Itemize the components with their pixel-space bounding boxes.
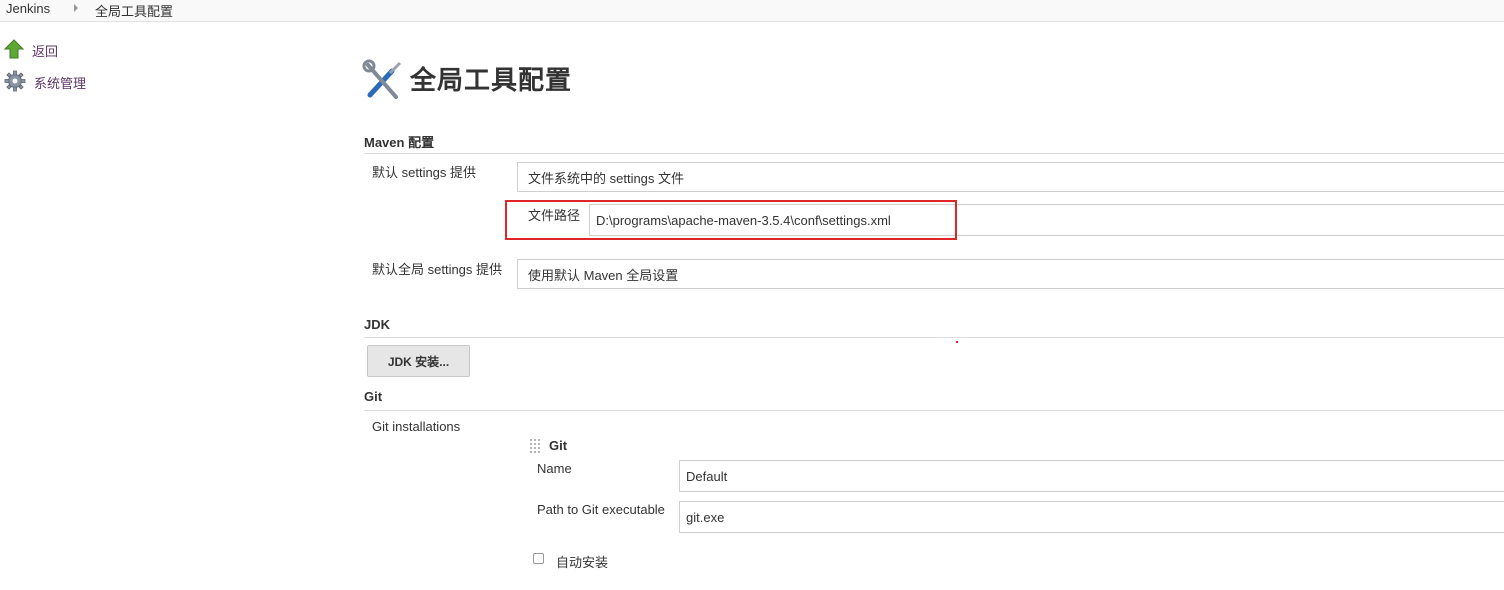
section-header-git: Git [364, 389, 383, 404]
sidebar-item-manage[interactable]: 系统管理 [4, 70, 87, 95]
jdk-install-button[interactable]: JDK 安装... [367, 345, 470, 377]
tools-icon [362, 59, 406, 106]
drag-handle-icon[interactable] [530, 439, 540, 455]
section-header-jdk: JDK [364, 317, 391, 332]
git-name-label: Name [537, 461, 572, 476]
git-path-label: Path to Git executable [537, 502, 665, 517]
sidebar-item-label: 返回 [32, 43, 59, 59]
section-divider [364, 410, 1504, 411]
git-name-value: Default [686, 468, 728, 484]
git-block-title: Git [549, 438, 568, 453]
breadcrumb-jenkins[interactable]: Jenkins [6, 1, 50, 16]
git-name-input[interactable]: Default [679, 460, 1504, 492]
git-path-value: git.exe [686, 509, 725, 525]
highlight-annotation [505, 200, 957, 240]
gear-icon [4, 70, 26, 95]
sidebar-item-label: 系统管理 [34, 75, 87, 91]
auto-install-label: 自动安装 [556, 555, 609, 570]
global-settings-value: 使用默认 Maven 全局设置 [528, 267, 679, 283]
section-header-maven: Maven 配置 [364, 135, 435, 150]
settings-provider-value: 文件系统中的 settings 文件 [528, 170, 685, 186]
global-settings-select[interactable]: 使用默认 Maven 全局设置 [517, 259, 1504, 289]
breadcrumb: Jenkins 全局工具配置 [0, 0, 1504, 22]
sidebar-item-back[interactable]: 返回 [3, 38, 59, 62]
git-installations-label: Git installations [372, 419, 461, 434]
settings-provider-label: 默认 settings 提供 [372, 165, 477, 180]
breadcrumb-separator-icon [74, 4, 78, 12]
section-divider [364, 337, 1504, 338]
auto-install-checkbox[interactable] [533, 553, 544, 564]
settings-provider-select[interactable]: 文件系统中的 settings 文件 [517, 162, 1504, 192]
git-path-input[interactable]: git.exe [679, 501, 1504, 533]
breadcrumb-current[interactable]: 全局工具配置 [95, 1, 173, 20]
red-dot [956, 341, 958, 343]
global-settings-label: 默认全局 settings 提供 [372, 262, 503, 277]
page-title: 全局工具配置 [410, 65, 573, 95]
section-divider [364, 153, 1504, 154]
up-arrow-icon [3, 38, 25, 62]
